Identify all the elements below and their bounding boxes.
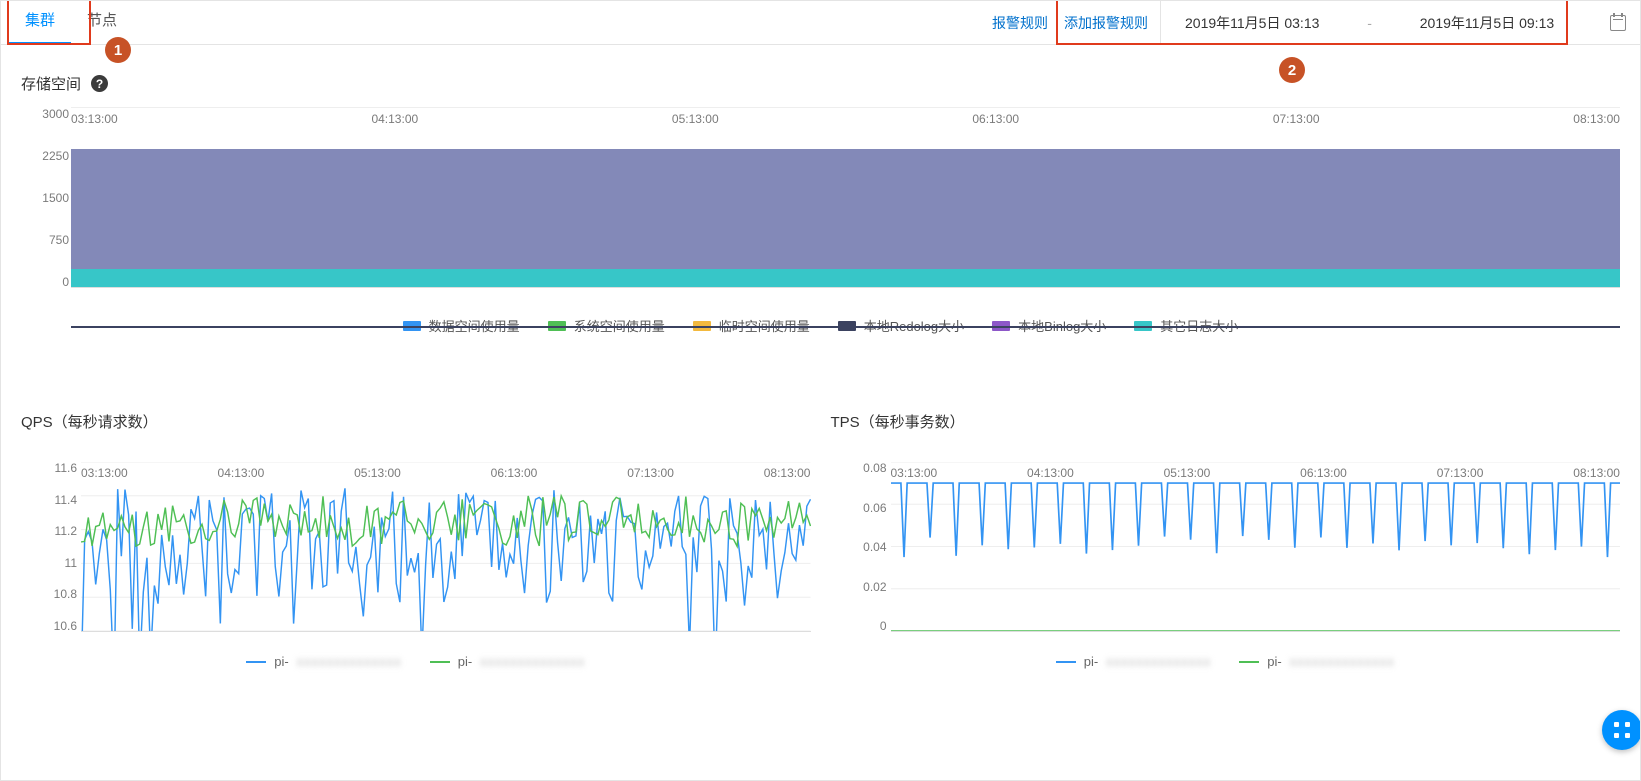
section-title-storage-label: 存储空间 xyxy=(21,73,81,94)
section-title-storage: 存储空间 ? xyxy=(21,73,1640,94)
tps-title: TPS（每秒事务数） xyxy=(831,411,1621,432)
qps-legend-s1-label: pi- xyxy=(274,654,288,669)
qps-legend-s2-blur: xxxxxxxxxxxxxx xyxy=(480,654,585,669)
tab-bar: 集群 节点 xyxy=(9,1,133,44)
grid-icon xyxy=(1613,721,1631,739)
qps-ytick-1: 10.8 xyxy=(21,588,77,600)
tab-node[interactable]: 节点 xyxy=(71,0,133,44)
calendar-icon[interactable] xyxy=(1610,15,1626,31)
help-icon[interactable]: ? xyxy=(91,75,108,92)
tps-legend-s1-blur: xxxxxxxxxxxxxx xyxy=(1106,654,1211,669)
tps-legend-s1[interactable]: pi-xxxxxxxxxxxxxx xyxy=(1056,654,1211,669)
tps-legend-s1-label: pi- xyxy=(1084,654,1098,669)
qps-legend-s1[interactable]: pi-xxxxxxxxxxxxxx xyxy=(246,654,401,669)
qps-ytick-5: 11.6 xyxy=(21,462,77,474)
qps-y-axis: 11.6 11.4 11.2 11 10.8 10.6 xyxy=(21,462,77,632)
storage-ytick-2: 1500 xyxy=(21,192,69,204)
storage-ytick-0: 0 xyxy=(21,276,69,288)
qps-legend-s2-label: pi- xyxy=(458,654,472,669)
app-grid-fab[interactable] xyxy=(1602,710,1641,750)
alarm-rules-link[interactable]: 报警规则 xyxy=(992,13,1048,33)
storage-chart: 3000 2250 1500 750 0 03:13:00 04:13:00 xyxy=(21,108,1620,335)
charts-row: QPS（每秒请求数） 11.6 11.4 11.2 11 10.8 10.6 xyxy=(21,411,1620,669)
storage-plot-area[interactable] xyxy=(71,108,1620,288)
storage-ytick-3: 2250 xyxy=(21,150,69,162)
storage-layer-redolog xyxy=(71,149,1620,269)
add-alarm-rule-link[interactable]: 添加报警规则 xyxy=(1064,13,1148,33)
header-links: 报警规则 添加报警规则 xyxy=(992,1,1160,44)
tps-legend-s2[interactable]: pi-xxxxxxxxxxxxxx xyxy=(1239,654,1394,669)
qps-ytick-3: 11.2 xyxy=(21,525,77,537)
qps-plot-area[interactable] xyxy=(81,462,811,632)
tps-ytick-3: 0.06 xyxy=(831,502,887,514)
tps-ytick-0: 0 xyxy=(831,620,887,632)
qps-legend-s2[interactable]: pi-xxxxxxxxxxxxxx xyxy=(430,654,585,669)
storage-layer-topline xyxy=(71,326,1620,328)
tps-plot-area[interactable] xyxy=(891,462,1621,632)
storage-ytick-4: 3000 xyxy=(21,108,69,120)
header-bar: 集群 节点 报警规则 添加报警规则 2019年11月5日 03:13 - 201… xyxy=(1,1,1640,45)
date-range-picker[interactable]: 2019年11月5日 03:13 - 2019年11月5日 09:13 xyxy=(1160,1,1640,44)
date-range-separator: - xyxy=(1363,15,1376,31)
storage-layer-other-log xyxy=(71,269,1620,287)
tps-chart: 0.08 0.06 0.04 0.02 0 03:13:00 04:13:00 xyxy=(831,462,1621,632)
tps-ytick-2: 0.04 xyxy=(831,541,887,553)
tps-legend-s2-label: pi- xyxy=(1267,654,1281,669)
qps-ytick-4: 11.4 xyxy=(21,494,77,506)
storage-y-axis: 3000 2250 1500 750 0 xyxy=(21,108,69,288)
storage-ytick-1: 750 xyxy=(21,234,69,246)
qps-ytick-0: 10.6 xyxy=(21,620,77,632)
tps-legend: pi-xxxxxxxxxxxxxx pi-xxxxxxxxxxxxxx xyxy=(831,654,1621,669)
qps-legend: pi-xxxxxxxxxxxxxx pi-xxxxxxxxxxxxxx xyxy=(21,654,811,669)
qps-panel: QPS（每秒请求数） 11.6 11.4 11.2 11 10.8 10.6 xyxy=(21,411,811,669)
qps-title: QPS（每秒请求数） xyxy=(21,411,811,432)
qps-ytick-2: 11 xyxy=(21,557,77,569)
qps-legend-s1-blur: xxxxxxxxxxxxxx xyxy=(297,654,402,669)
monitor-page: 1 2 集群 节点 报警规则 添加报警规则 2019年11月5日 03:13 -… xyxy=(0,0,1641,781)
tps-panel: TPS（每秒事务数） 0.08 0.06 0.04 0.02 0 xyxy=(831,411,1621,669)
tps-y-axis: 0.08 0.06 0.04 0.02 0 xyxy=(831,462,887,632)
tps-ytick-1: 0.02 xyxy=(831,581,887,593)
tab-cluster[interactable]: 集群 xyxy=(9,0,71,44)
tps-legend-s2-blur: xxxxxxxxxxxxxx xyxy=(1290,654,1395,669)
qps-chart: 11.6 11.4 11.2 11 10.8 10.6 03:13:00 xyxy=(21,462,811,632)
date-range-to: 2019年11月5日 09:13 xyxy=(1420,13,1554,33)
tps-ytick-4: 0.08 xyxy=(831,462,887,474)
date-range-from: 2019年11月5日 03:13 xyxy=(1185,13,1319,33)
